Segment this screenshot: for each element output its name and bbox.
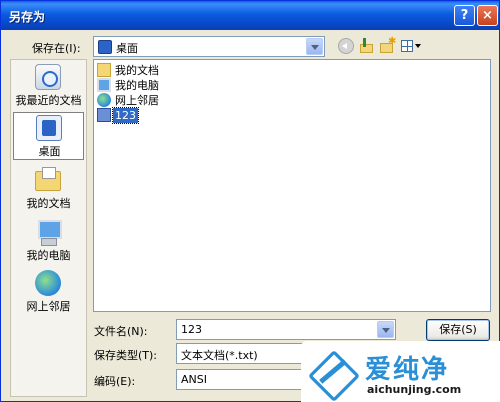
watermark: 爱纯净 aichunjing.com bbox=[301, 341, 500, 402]
save-as-dialog: 另存为 ? × 保存在(I): 桌面 ✱ 我最近的文档 桌面 我的文档 我的电脑 bbox=[0, 0, 500, 402]
watermark-brand: 爱纯净 bbox=[365, 355, 450, 385]
filetype-value: 文本文档(*.txt) bbox=[181, 349, 258, 362]
new-folder-icon[interactable]: ✱ bbox=[379, 36, 396, 54]
place-label: 我最近的文档 bbox=[15, 94, 82, 107]
place-label: 我的电脑 bbox=[26, 249, 71, 262]
recent-documents-icon bbox=[35, 64, 61, 90]
file-list[interactable]: 我的文档 我的电脑 网上邻居 123 bbox=[93, 59, 491, 312]
place-label: 网上邻居 bbox=[26, 300, 71, 313]
filename-input[interactable]: 123 bbox=[176, 319, 396, 340]
place-label: 我的文档 bbox=[26, 197, 71, 210]
place-network[interactable]: 网上邻居 bbox=[13, 268, 84, 316]
save-button[interactable]: 保存(S) bbox=[426, 319, 490, 341]
chevron-down-icon[interactable] bbox=[377, 321, 394, 338]
encoding-label: 编码(E): bbox=[94, 375, 136, 388]
network-places-icon bbox=[35, 270, 61, 296]
save-in-value: 桌面 bbox=[116, 42, 138, 55]
my-documents-icon bbox=[35, 167, 61, 191]
chevron-down-icon[interactable] bbox=[306, 38, 323, 55]
text-file-icon bbox=[97, 108, 111, 122]
desktop-icon bbox=[98, 40, 112, 54]
network-icon bbox=[97, 93, 111, 107]
place-desktop[interactable]: 桌面 bbox=[13, 112, 84, 160]
watermark-url: aichunjing.com bbox=[367, 383, 462, 396]
back-icon[interactable] bbox=[338, 38, 354, 54]
filetype-label: 保存类型(T): bbox=[94, 349, 158, 362]
view-menu-icon[interactable] bbox=[400, 38, 421, 54]
places-bar: 我最近的文档 桌面 我的文档 我的电脑 网上邻居 bbox=[10, 59, 87, 397]
file-name: 网上邻居 bbox=[115, 94, 159, 107]
file-name: 我的电脑 bbox=[115, 79, 159, 92]
close-button[interactable]: × bbox=[477, 5, 498, 26]
title-bar[interactable]: 另存为 ? × bbox=[1, 1, 499, 30]
my-computer-icon bbox=[35, 219, 62, 246]
brand-logo-icon bbox=[307, 347, 357, 397]
file-name: 我的文档 bbox=[115, 64, 159, 77]
filename-value: 123 bbox=[181, 323, 202, 336]
place-my-documents[interactable]: 我的文档 bbox=[13, 165, 84, 213]
computer-icon bbox=[97, 78, 111, 92]
save-in-label: 保存在(I): bbox=[32, 42, 81, 55]
place-recent-documents[interactable]: 我最近的文档 bbox=[13, 62, 84, 110]
place-my-computer[interactable]: 我的电脑 bbox=[13, 217, 84, 265]
filename-label: 文件名(N): bbox=[94, 325, 148, 338]
file-name: 123 bbox=[112, 107, 139, 124]
up-folder-icon[interactable] bbox=[359, 38, 375, 54]
window-title: 另存为 bbox=[9, 10, 46, 24]
encoding-value: ANSI bbox=[181, 373, 207, 386]
save-in-dropdown[interactable]: 桌面 bbox=[93, 36, 325, 57]
desktop-icon bbox=[36, 115, 62, 141]
help-button[interactable]: ? bbox=[454, 5, 475, 26]
folder-icon bbox=[97, 63, 111, 77]
place-label: 桌面 bbox=[38, 145, 61, 158]
